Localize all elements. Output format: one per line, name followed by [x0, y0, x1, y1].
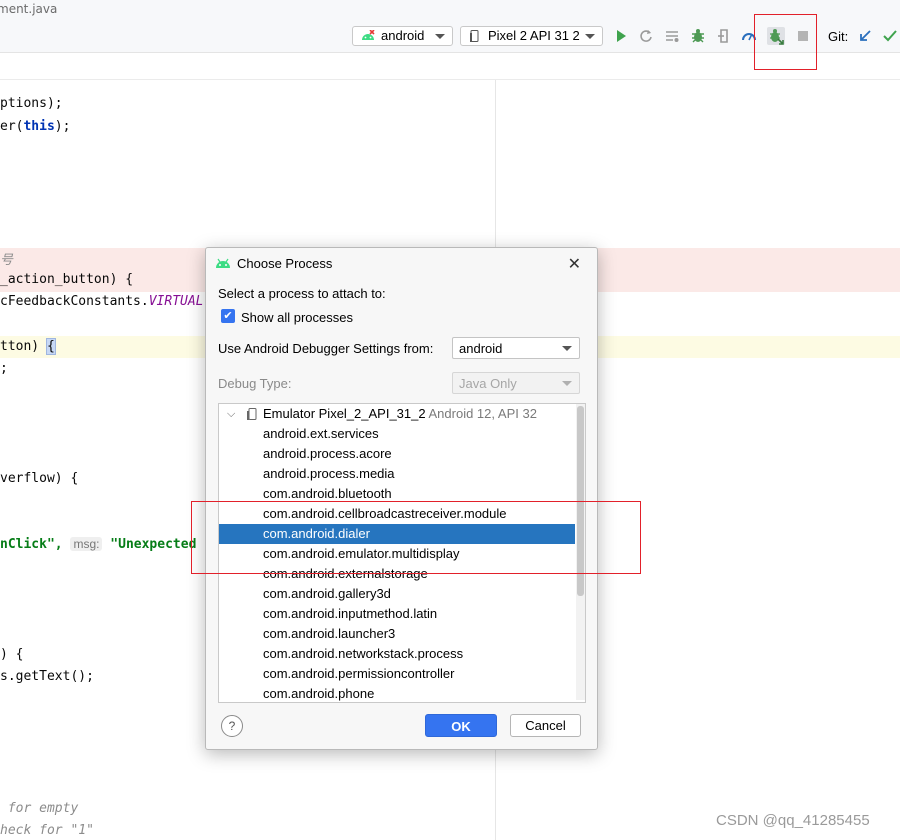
help-icon[interactable]: ? [221, 715, 243, 737]
code-line: er(this); [0, 119, 71, 134]
code-line: ptions); [0, 96, 63, 111]
code-comment-line: heck for "1" [0, 823, 94, 838]
chevron-down-icon [585, 34, 595, 39]
debugger-settings-dropdown[interactable]: android [452, 337, 580, 359]
process-item[interactable]: android.ext.services [219, 424, 575, 444]
device-icon [470, 30, 479, 42]
code-line: ) { [0, 647, 24, 662]
code-line: _action_button) { [0, 272, 134, 287]
process-item[interactable]: com.android.networkstack.process [219, 644, 575, 664]
code-comment-line: 号 [0, 253, 14, 268]
debug-icon[interactable] [690, 28, 706, 44]
chevron-down-icon [435, 34, 445, 39]
debug-type-label: Debug Type: [218, 376, 292, 391]
watermark: CSDN @qq_41285455 [716, 812, 870, 829]
annotation-box-attach-debugger [754, 14, 817, 70]
device-node[interactable]: ⌵ Emulator Pixel_2_API_31_2 Android 12, … [219, 404, 575, 424]
process-item[interactable]: com.android.permissioncontroller [219, 664, 575, 684]
device-selector[interactable]: Pixel 2 API 31 2 [460, 26, 603, 46]
process-item[interactable]: com.android.launcher3 [219, 624, 575, 644]
rerun-icon[interactable] [638, 28, 654, 44]
device-name: Emulator Pixel_2_API_31_2 [263, 406, 426, 421]
annotation-box-selected-process [191, 501, 641, 574]
device-detail: Android 12, API 32 [428, 406, 537, 421]
chevron-down-icon [562, 381, 572, 386]
process-item[interactable]: com.android.phone [219, 684, 575, 702]
code-line: s.getText(); [0, 669, 94, 684]
parameter-hint: msg: [70, 537, 103, 551]
show-all-processes-checkbox-label[interactable]: Show all processes [241, 310, 353, 325]
ide-window: ment.java android Pixel 2 API 31 2 Git: … [0, 0, 900, 840]
cancel-button[interactable]: Cancel [510, 714, 581, 737]
android-icon [362, 30, 375, 40]
code-line: tton) { [0, 338, 56, 355]
process-item[interactable]: android.process.acore [219, 444, 575, 464]
profile-icon[interactable] [716, 28, 732, 44]
git-update-icon[interactable] [857, 28, 873, 44]
device-icon [247, 408, 257, 420]
debugger-settings-label: Use Android Debugger Settings from: [218, 341, 434, 356]
dialog-title: Choose Process [237, 256, 333, 271]
device-label: Pixel 2 API 31 2 [488, 28, 580, 43]
run-config-label: android [381, 28, 425, 43]
coverage-icon[interactable] [664, 28, 680, 44]
chevron-down-icon [562, 346, 572, 351]
choose-process-dialog: Choose Process ✕ Select a process to att… [205, 247, 598, 750]
close-icon[interactable]: ✕ [568, 254, 581, 274]
process-item[interactable]: com.android.inputmethod.latin [219, 604, 575, 624]
run-icon[interactable] [613, 28, 629, 44]
code-line: nClick", msg: "Unexpected [0, 537, 197, 552]
checkmark-icon[interactable]: ✔ [221, 309, 235, 323]
git-commit-icon[interactable] [882, 28, 898, 44]
run-config-selector[interactable]: android [352, 26, 453, 46]
android-icon [216, 258, 230, 268]
process-item[interactable]: com.android.gallery3d [219, 584, 575, 604]
code-line: cFeedbackConstants.VIRTUAL [0, 294, 204, 309]
dialog-prompt: Select a process to attach to: [218, 286, 386, 301]
git-label: Git: [828, 29, 849, 44]
chevron-down-icon[interactable]: ⌵ [227, 404, 235, 424]
code-line: ; [0, 361, 8, 376]
process-item[interactable]: android.process.media [219, 464, 575, 484]
ok-button[interactable]: OK [425, 714, 497, 737]
code-line: verflow) { [0, 471, 79, 486]
code-comment-line: for empty [0, 801, 79, 816]
debug-type-dropdown: Java Only [452, 372, 580, 394]
editor-tab[interactable]: ment.java [0, 2, 57, 16]
